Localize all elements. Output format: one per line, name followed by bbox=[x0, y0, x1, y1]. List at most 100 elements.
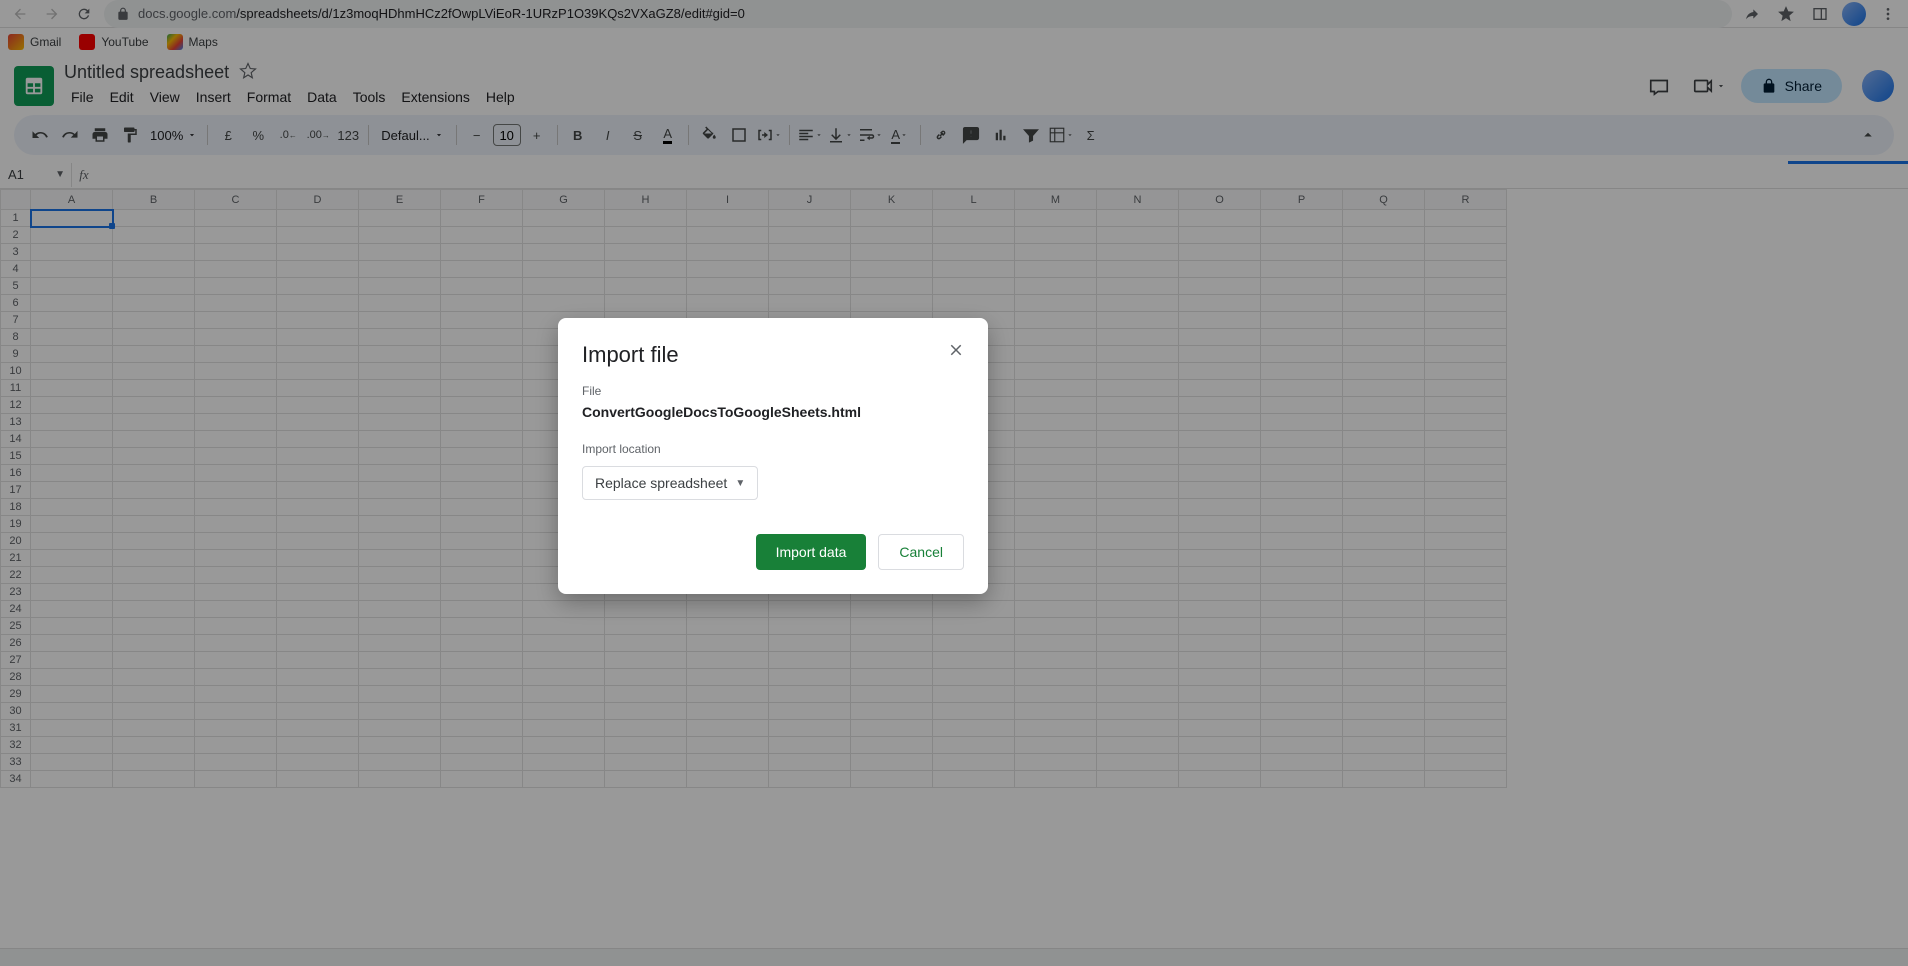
cell-N9[interactable] bbox=[1097, 346, 1179, 363]
cell-P20[interactable] bbox=[1261, 533, 1343, 550]
cell-A30[interactable] bbox=[31, 703, 113, 720]
decrease-decimal-button[interactable]: .0← bbox=[274, 121, 302, 149]
name-box[interactable]: A1▼ bbox=[0, 163, 72, 187]
cell-R34[interactable] bbox=[1425, 771, 1507, 788]
cell-J33[interactable] bbox=[769, 754, 851, 771]
cell-R20[interactable] bbox=[1425, 533, 1507, 550]
import-location-select[interactable]: Replace spreadsheet ▼ bbox=[582, 466, 758, 500]
bookmark-star-icon[interactable] bbox=[1774, 2, 1798, 26]
cell-F19[interactable] bbox=[441, 516, 523, 533]
cell-R15[interactable] bbox=[1425, 448, 1507, 465]
cell-P12[interactable] bbox=[1261, 397, 1343, 414]
cell-B30[interactable] bbox=[113, 703, 195, 720]
cell-B29[interactable] bbox=[113, 686, 195, 703]
cell-D7[interactable] bbox=[277, 312, 359, 329]
cell-E16[interactable] bbox=[359, 465, 441, 482]
column-header-F[interactable]: F bbox=[441, 190, 523, 210]
cell-C10[interactable] bbox=[195, 363, 277, 380]
cell-O19[interactable] bbox=[1179, 516, 1261, 533]
cell-M3[interactable] bbox=[1015, 244, 1097, 261]
account-avatar[interactable] bbox=[1862, 70, 1894, 102]
cell-N10[interactable] bbox=[1097, 363, 1179, 380]
cell-F12[interactable] bbox=[441, 397, 523, 414]
cell-D5[interactable] bbox=[277, 278, 359, 295]
bookmark-maps[interactable]: Maps bbox=[167, 34, 218, 50]
cell-G25[interactable] bbox=[523, 618, 605, 635]
sheet-tabs-bar[interactable] bbox=[0, 948, 1908, 966]
cell-E33[interactable] bbox=[359, 754, 441, 771]
cell-N1[interactable] bbox=[1097, 210, 1179, 227]
cell-B27[interactable] bbox=[113, 652, 195, 669]
cell-E31[interactable] bbox=[359, 720, 441, 737]
row-header-3[interactable]: 3 bbox=[1, 244, 31, 261]
cell-L24[interactable] bbox=[933, 601, 1015, 618]
cell-Q26[interactable] bbox=[1343, 635, 1425, 652]
cell-F10[interactable] bbox=[441, 363, 523, 380]
cell-G29[interactable] bbox=[523, 686, 605, 703]
cell-E25[interactable] bbox=[359, 618, 441, 635]
cell-M30[interactable] bbox=[1015, 703, 1097, 720]
cell-Q22[interactable] bbox=[1343, 567, 1425, 584]
cell-H3[interactable] bbox=[605, 244, 687, 261]
cell-N16[interactable] bbox=[1097, 465, 1179, 482]
cell-G26[interactable] bbox=[523, 635, 605, 652]
column-header-H[interactable]: H bbox=[605, 190, 687, 210]
borders-button[interactable] bbox=[725, 121, 753, 149]
cell-M8[interactable] bbox=[1015, 329, 1097, 346]
cell-B22[interactable] bbox=[113, 567, 195, 584]
cell-B13[interactable] bbox=[113, 414, 195, 431]
cell-H24[interactable] bbox=[605, 601, 687, 618]
cell-F29[interactable] bbox=[441, 686, 523, 703]
merge-cells-button[interactable] bbox=[755, 121, 783, 149]
cell-P6[interactable] bbox=[1261, 295, 1343, 312]
text-wrap-button[interactable] bbox=[856, 121, 884, 149]
cell-H26[interactable] bbox=[605, 635, 687, 652]
cell-F24[interactable] bbox=[441, 601, 523, 618]
cell-N30[interactable] bbox=[1097, 703, 1179, 720]
cell-F25[interactable] bbox=[441, 618, 523, 635]
cell-M24[interactable] bbox=[1015, 601, 1097, 618]
column-header-L[interactable]: L bbox=[933, 190, 1015, 210]
cell-R28[interactable] bbox=[1425, 669, 1507, 686]
cell-K1[interactable] bbox=[851, 210, 933, 227]
cell-D19[interactable] bbox=[277, 516, 359, 533]
cell-B15[interactable] bbox=[113, 448, 195, 465]
column-header-Q[interactable]: Q bbox=[1343, 190, 1425, 210]
cell-C32[interactable] bbox=[195, 737, 277, 754]
row-header-22[interactable]: 22 bbox=[1, 567, 31, 584]
row-header-7[interactable]: 7 bbox=[1, 312, 31, 329]
column-header-A[interactable]: A bbox=[31, 190, 113, 210]
cell-J27[interactable] bbox=[769, 652, 851, 669]
cell-E8[interactable] bbox=[359, 329, 441, 346]
cell-O17[interactable] bbox=[1179, 482, 1261, 499]
row-header-16[interactable]: 16 bbox=[1, 465, 31, 482]
cell-D24[interactable] bbox=[277, 601, 359, 618]
cell-F11[interactable] bbox=[441, 380, 523, 397]
row-header-26[interactable]: 26 bbox=[1, 635, 31, 652]
cell-D28[interactable] bbox=[277, 669, 359, 686]
cell-L6[interactable] bbox=[933, 295, 1015, 312]
cell-B23[interactable] bbox=[113, 584, 195, 601]
cell-C18[interactable] bbox=[195, 499, 277, 516]
cell-J25[interactable] bbox=[769, 618, 851, 635]
cell-A6[interactable] bbox=[31, 295, 113, 312]
cell-J1[interactable] bbox=[769, 210, 851, 227]
cell-Q10[interactable] bbox=[1343, 363, 1425, 380]
column-header-G[interactable]: G bbox=[523, 190, 605, 210]
cell-Q12[interactable] bbox=[1343, 397, 1425, 414]
cell-R8[interactable] bbox=[1425, 329, 1507, 346]
cell-L34[interactable] bbox=[933, 771, 1015, 788]
cell-O1[interactable] bbox=[1179, 210, 1261, 227]
cell-F30[interactable] bbox=[441, 703, 523, 720]
cell-R30[interactable] bbox=[1425, 703, 1507, 720]
cell-I31[interactable] bbox=[687, 720, 769, 737]
cell-O29[interactable] bbox=[1179, 686, 1261, 703]
cell-E17[interactable] bbox=[359, 482, 441, 499]
cell-O32[interactable] bbox=[1179, 737, 1261, 754]
cell-A10[interactable] bbox=[31, 363, 113, 380]
cell-N29[interactable] bbox=[1097, 686, 1179, 703]
cell-D29[interactable] bbox=[277, 686, 359, 703]
cell-O26[interactable] bbox=[1179, 635, 1261, 652]
cell-B14[interactable] bbox=[113, 431, 195, 448]
cell-A8[interactable] bbox=[31, 329, 113, 346]
